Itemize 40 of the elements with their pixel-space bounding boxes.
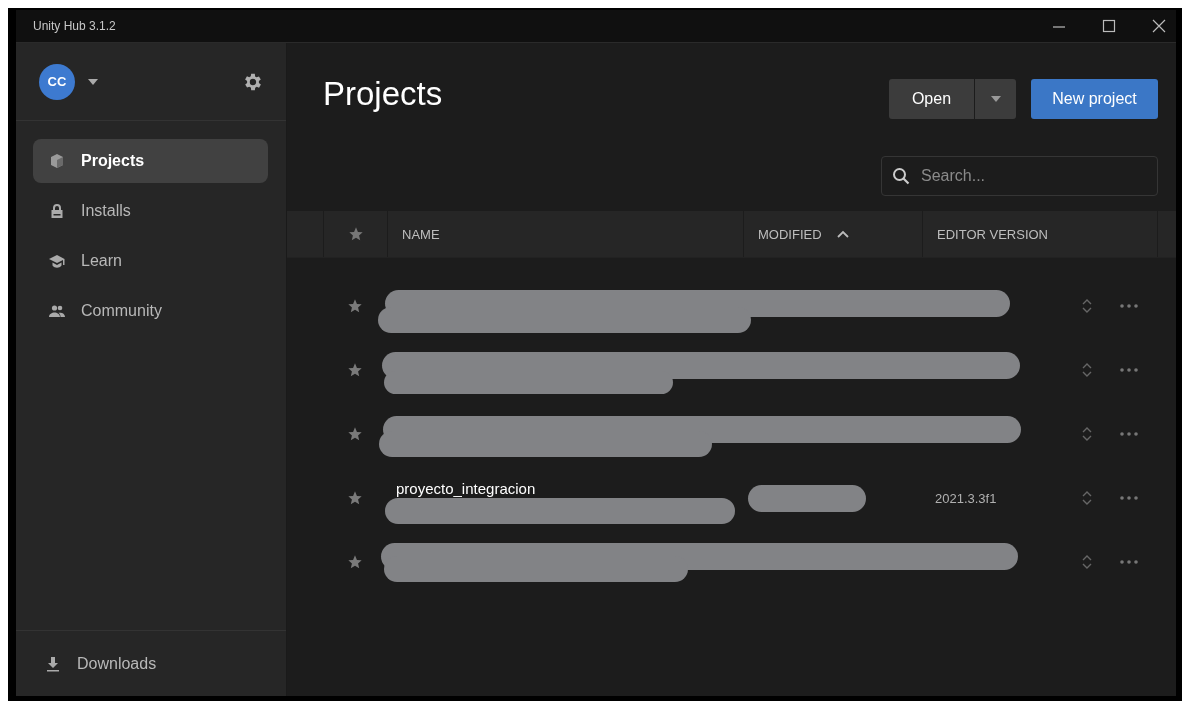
nav-item[interactable]: Community [33, 289, 268, 333]
download-icon [45, 655, 61, 672]
caret-icon [990, 96, 1001, 102]
cube-icon [49, 153, 65, 169]
editor-version: 2021.3.3f1 [934, 490, 997, 506]
people-icon [49, 303, 65, 319]
window-title: Unity Hub 3.1.2 [32, 19, 116, 33]
avatar[interactable]: CC [39, 63, 75, 100]
open-button[interactable]: Open [889, 79, 974, 119]
star-icon[interactable] [347, 426, 363, 442]
chevron-updown-icon[interactable] [1082, 426, 1092, 442]
search-icon [892, 167, 910, 185]
star-icon[interactable] [347, 554, 363, 570]
nav-item[interactable]: Projects [33, 139, 268, 183]
caret-icon[interactable] [88, 78, 98, 85]
close-icon[interactable] [1152, 19, 1166, 33]
downloads-link[interactable]: Downloads [29, 641, 157, 686]
chevron-updown-icon[interactable] [1082, 298, 1092, 314]
chevron-updown-icon[interactable] [1082, 362, 1092, 378]
more-icon[interactable] [1120, 304, 1138, 308]
star-icon[interactable] [347, 298, 363, 314]
project-name[interactable]: proyecto_integracion [387, 479, 536, 497]
star-icon[interactable] [347, 490, 363, 506]
lock-icon [49, 203, 65, 219]
star-icon[interactable] [347, 362, 363, 378]
chevron-updown-icon[interactable] [1082, 490, 1092, 506]
new-project-button[interactable]: New project [1031, 79, 1158, 119]
sort-up-icon[interactable] [835, 229, 850, 239]
graduation-cap-icon [49, 253, 65, 269]
search-field[interactable]: Search... [881, 156, 1158, 196]
nav-item[interactable]: Learn [33, 239, 268, 283]
more-icon[interactable] [1120, 496, 1138, 500]
more-icon[interactable] [1120, 368, 1138, 372]
chevron-updown-icon[interactable] [1082, 554, 1092, 570]
more-icon[interactable] [1120, 560, 1138, 564]
maximize-icon[interactable] [1102, 19, 1116, 33]
star-icon[interactable] [347, 226, 364, 242]
nav-item[interactable]: Installs [33, 189, 268, 233]
page-title: Projects [323, 75, 443, 113]
more-icon[interactable] [1120, 432, 1138, 436]
